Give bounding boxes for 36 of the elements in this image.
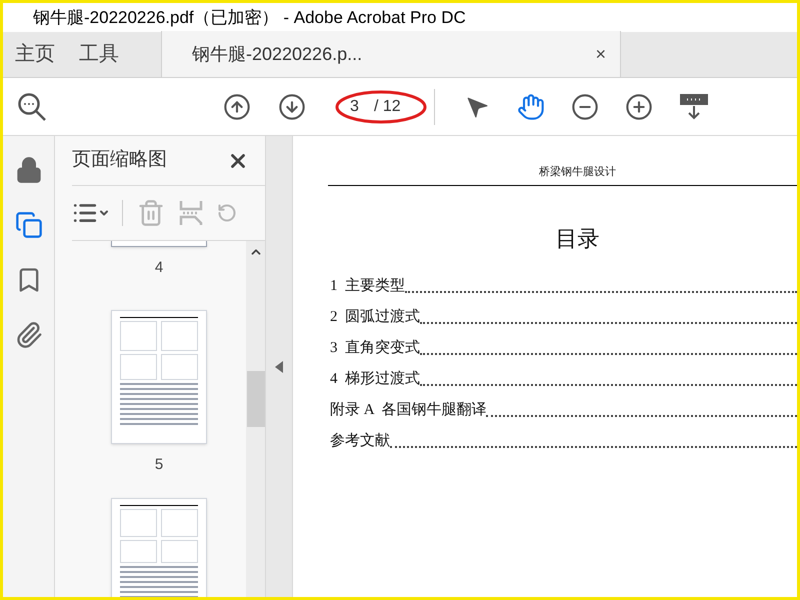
scrollbar-thumb[interactable] [246,371,264,427]
page-thumbnail[interactable] [111,310,207,444]
attachment-icon[interactable] [14,321,42,349]
page-thumbnail[interactable] [111,241,207,247]
toc-heading: 目录 [556,224,600,252]
scrollbar[interactable] [246,241,265,597]
hand-tool-icon[interactable] [517,92,545,120]
toc-entry[interactable]: 1 主要类型 [330,275,405,298]
page-label: 4 [154,258,164,278]
zoom-out-icon[interactable] [571,92,599,120]
document-tab[interactable]: 钢牛腿-20220226.p... × [161,31,621,77]
toc-entry[interactable]: 4 梯形过渡式 [330,368,420,390]
collapse-panel-icon[interactable] [275,360,283,372]
toc-entry[interactable]: 3 直角突变式 [330,337,420,360]
window-title: 钢牛腿-20220226.pdf（已加密） - Adobe Acrobat Pro DC [33,6,466,29]
search-icon[interactable] [17,92,47,122]
options-menu-button[interactable] [72,200,123,226]
page-total: / 12 [374,96,401,116]
page-thumbnail[interactable] [111,498,207,597]
toc-entry[interactable]: 2 圆弧过渡式 [330,306,420,328]
toc-entry[interactable]: 附录 A 各国钢牛腿翻译 [330,399,486,422]
toc-entry[interactable]: 参考文献 [330,430,390,452]
page-number-field[interactable]: 3 [350,94,374,118]
pages-icon[interactable] [14,211,42,239]
page-header: 桥梁钢牛腿设计 [539,164,616,180]
keyboard-download-icon[interactable] [679,92,709,120]
page-label: 5 [154,454,164,474]
nav-tab[interactable]: 主页 [3,31,67,77]
nav-tab[interactable]: 工具 [67,31,131,77]
close-tab-button[interactable]: × [595,40,606,68]
previous-page-icon[interactable] [223,92,251,120]
lock-icon[interactable] [14,156,42,184]
zoom-in-icon[interactable] [625,92,653,120]
panel-title: 页面缩略图 [72,148,167,172]
tab-label: 钢牛腿-20220226.p... [192,42,364,66]
next-page-icon[interactable] [278,92,306,120]
